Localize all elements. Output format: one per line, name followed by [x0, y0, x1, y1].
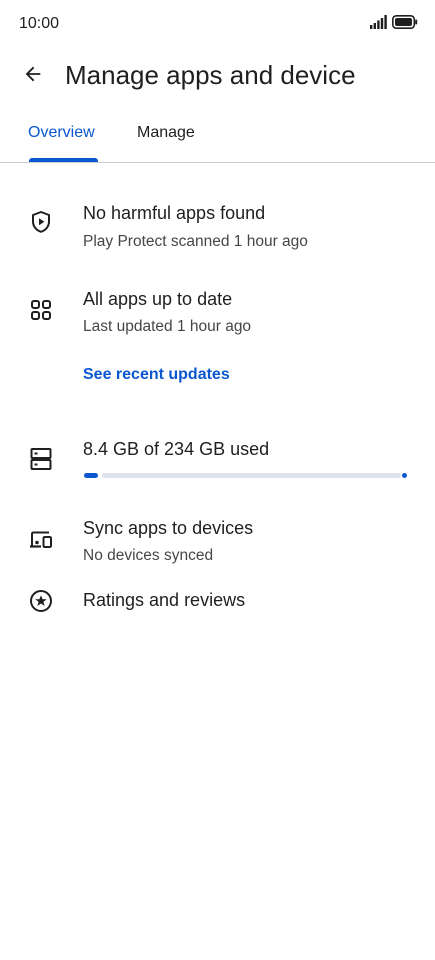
- ratings-title: Ratings and reviews: [83, 590, 246, 610]
- status-icons: [370, 15, 418, 34]
- storage-used-fill: [84, 473, 98, 478]
- updates-subtitle: Last updated 1 hour ago: [83, 318, 252, 335]
- storage-remaining-track: [102, 473, 401, 478]
- battery-icon: [392, 15, 418, 34]
- tab-manage[interactable]: Manage: [137, 124, 195, 142]
- apps-grid-icon: [28, 297, 54, 323]
- play-protect-title: No harmful apps found: [83, 203, 266, 223]
- page-title: Manage apps and device: [65, 60, 356, 90]
- play-protect-subtitle: Play Protect scanned 1 hour ago: [83, 233, 308, 250]
- star-circle-icon: [28, 588, 54, 614]
- see-recent-updates-link[interactable]: See recent updates: [83, 366, 230, 384]
- tab-overview[interactable]: Overview: [28, 124, 95, 142]
- arrow-back-icon: [22, 63, 44, 90]
- manage-apps-screen: 10:00 Manage apps and device Overview Ma…: [0, 0, 435, 960]
- storage-title: 8.4 GB of 234 GB used: [83, 439, 270, 459]
- status-time: 10:00: [19, 15, 60, 32]
- storage-end-dot: [402, 473, 407, 478]
- signal-icon: [370, 15, 387, 34]
- storage-progress-bar: [84, 473, 407, 478]
- storage-icon: [28, 446, 54, 472]
- back-button[interactable]: [18, 61, 48, 91]
- sync-title: Sync apps to devices: [83, 518, 254, 538]
- updates-title: All apps up to date: [83, 289, 233, 309]
- shield-play-icon: [28, 209, 54, 235]
- tabs-divider: [0, 162, 435, 163]
- sync-subtitle: No devices synced: [83, 547, 214, 564]
- devices-icon: [28, 527, 54, 553]
